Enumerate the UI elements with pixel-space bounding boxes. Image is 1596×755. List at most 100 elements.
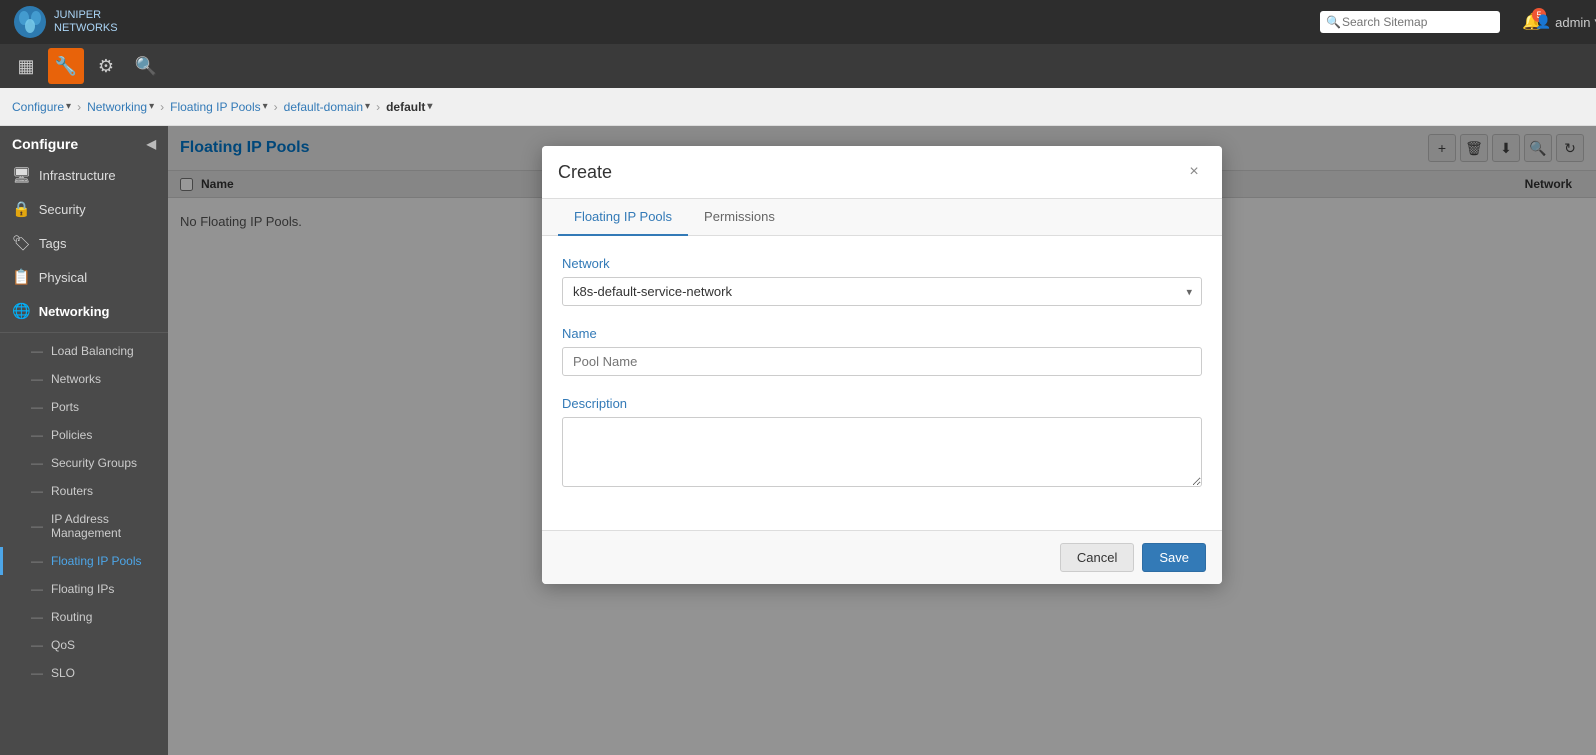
cancel-button[interactable]: Cancel bbox=[1060, 543, 1134, 572]
sidebar-sub-floating-ip-pools[interactable]: — Floating IP Pools bbox=[0, 547, 168, 575]
dash-icon-ipam: — bbox=[31, 519, 43, 533]
modal-body: Network k8s-default-service-network ▾ Na… bbox=[542, 236, 1222, 530]
dash-icon-qos: — bbox=[31, 638, 43, 652]
admin-menu-button[interactable]: 👤 admin ▾ bbox=[1552, 6, 1584, 38]
sidebar-title: Configure bbox=[12, 136, 78, 152]
sidebar-floating-ip-pools-label: Floating IP Pools bbox=[51, 554, 142, 568]
juniper-logo-icon bbox=[12, 4, 48, 40]
infrastructure-icon: 🖥 bbox=[12, 166, 31, 184]
dash-icon-routing: — bbox=[31, 610, 43, 624]
pool-name-input[interactable] bbox=[562, 347, 1202, 376]
modal-footer: Cancel Save bbox=[542, 530, 1222, 584]
sidebar-networks-label: Networks bbox=[51, 372, 101, 386]
topbar-icons: 🔔 5 👤 admin ▾ bbox=[1516, 6, 1584, 38]
sidebar-header: Configure ◀ bbox=[0, 126, 168, 158]
sidebar-slo-label: SLO bbox=[51, 666, 75, 680]
sidebar-sub-floating-ips[interactable]: — Floating IPs bbox=[0, 575, 168, 603]
sidebar-floating-ips-label: Floating IPs bbox=[51, 582, 114, 596]
search-wrap[interactable]: 🔍 bbox=[1320, 11, 1500, 33]
sidebar-sub-load-balancing[interactable]: — Load Balancing bbox=[0, 337, 168, 365]
network-select-wrap: k8s-default-service-network ▾ bbox=[562, 277, 1202, 306]
sidebar-ip-address-management-label: IP Address Management bbox=[51, 512, 152, 540]
sidebar-infrastructure-label: Infrastructure bbox=[39, 168, 116, 183]
breadcrumb-floating-ip-pools[interactable]: Floating IP Pools ▾ bbox=[170, 100, 268, 114]
bc-sep-4: › bbox=[376, 100, 380, 114]
default-arrow-icon: ▾ bbox=[427, 101, 432, 112]
search-topbar-icon: 🔍 bbox=[1326, 15, 1341, 29]
modal-header: Create × bbox=[542, 146, 1222, 199]
tab-floating-ip-pools[interactable]: Floating IP Pools bbox=[558, 199, 688, 236]
sidebar-sub-security-groups[interactable]: — Security Groups bbox=[0, 449, 168, 477]
sidebar-sub-ip-address-management[interactable]: — IP Address Management bbox=[0, 505, 168, 547]
sidebar-load-balancing-label: Load Balancing bbox=[51, 344, 134, 358]
sidebar-tags-label: Tags bbox=[39, 236, 66, 251]
modal-tabs: Floating IP Pools Permissions bbox=[542, 199, 1222, 236]
dash-icon-routers: — bbox=[31, 484, 43, 498]
sidebar-sub-ports[interactable]: — Ports bbox=[0, 393, 168, 421]
tools-nav-button[interactable]: 🔧 bbox=[48, 48, 84, 84]
sidebar-networking-label: Networking bbox=[39, 304, 110, 319]
dash-icon-fips: — bbox=[31, 582, 43, 596]
sidebar-security-label: Security bbox=[39, 202, 86, 217]
physical-icon: 📋 bbox=[12, 268, 31, 286]
sidebar-item-tags[interactable]: 🏷 Tags bbox=[0, 226, 168, 260]
description-form-group: Description bbox=[562, 396, 1202, 490]
networking-icon: 🌐 bbox=[12, 302, 31, 320]
tab-permissions[interactable]: Permissions bbox=[688, 199, 791, 236]
dash-icon-policies: — bbox=[31, 428, 43, 442]
search-sitemap-input[interactable] bbox=[1320, 11, 1500, 33]
bc-sep-2: › bbox=[160, 100, 164, 114]
breadcrumb: Configure ▾ › Networking ▾ › Floating IP… bbox=[0, 88, 1596, 126]
breadcrumb-default-domain[interactable]: default-domain ▾ bbox=[284, 100, 370, 114]
sidebar-item-security[interactable]: 🔒 Security bbox=[0, 192, 168, 226]
modal-close-button[interactable]: × bbox=[1182, 160, 1206, 184]
dash-icon-sg: — bbox=[31, 456, 43, 470]
bc-sep-1: › bbox=[77, 100, 81, 114]
sidebar-routers-label: Routers bbox=[51, 484, 93, 498]
dash-icon-slo: — bbox=[31, 666, 43, 680]
sidebar-sub-routers[interactable]: — Routers bbox=[0, 477, 168, 505]
sidebar-item-networking[interactable]: 🌐 Networking bbox=[0, 294, 168, 328]
description-textarea[interactable] bbox=[562, 417, 1202, 487]
breadcrumb-default[interactable]: default ▾ bbox=[386, 100, 432, 114]
tags-icon: 🏷 bbox=[12, 234, 31, 252]
sidebar-sub-routing[interactable]: — Routing bbox=[0, 603, 168, 631]
save-button[interactable]: Save bbox=[1142, 543, 1206, 572]
sidebar: Configure ◀ 🖥 Infrastructure 🔒 Security … bbox=[0, 126, 168, 755]
sidebar-item-physical[interactable]: 📋 Physical bbox=[0, 260, 168, 294]
topbar-right: 🔍 🔔 5 👤 admin ▾ bbox=[1320, 6, 1584, 38]
security-icon: 🔒 bbox=[12, 200, 31, 218]
network-select[interactable]: k8s-default-service-network bbox=[562, 277, 1202, 306]
sidebar-security-groups-label: Security Groups bbox=[51, 456, 137, 470]
sidebar-sub-networks[interactable]: — Networks bbox=[0, 365, 168, 393]
modal-overlay: Create × Floating IP Pools Permissions N… bbox=[168, 126, 1596, 755]
sidebar-item-infrastructure[interactable]: 🖥 Infrastructure bbox=[0, 158, 168, 192]
networking-arrow-icon: ▾ bbox=[149, 101, 154, 112]
network-form-group: Network k8s-default-service-network ▾ bbox=[562, 256, 1202, 306]
name-form-group: Name bbox=[562, 326, 1202, 376]
create-modal: Create × Floating IP Pools Permissions N… bbox=[542, 146, 1222, 584]
breadcrumb-networking[interactable]: Networking ▾ bbox=[87, 100, 154, 114]
topbar: JUNIPERNETWORKS 🔍 🔔 5 👤 admin ▾ bbox=[0, 0, 1596, 44]
sidebar-sub-slo[interactable]: — SLO bbox=[0, 659, 168, 687]
floating-ip-pools-arrow-icon: ▾ bbox=[263, 101, 268, 112]
dash-icon-ports: — bbox=[31, 400, 43, 414]
dashboard-nav-button[interactable]: ▦ bbox=[8, 48, 44, 84]
default-domain-arrow-icon: ▾ bbox=[365, 101, 370, 112]
dash-icon-networks: — bbox=[31, 372, 43, 386]
sidebar-divider bbox=[0, 332, 168, 333]
bc-sep-3: › bbox=[274, 100, 278, 114]
configure-arrow-icon: ▾ bbox=[66, 101, 71, 112]
sidebar-physical-label: Physical bbox=[39, 270, 87, 285]
logo-text: JUNIPERNETWORKS bbox=[54, 9, 118, 35]
admin-label: admin bbox=[1555, 15, 1590, 30]
sidebar-collapse-button[interactable]: ◀ bbox=[147, 137, 156, 151]
sidebar-ports-label: Ports bbox=[51, 400, 79, 414]
sidebar-sub-policies[interactable]: — Policies bbox=[0, 421, 168, 449]
content-area: Floating IP Pools + 🗑 ⬇ 🔍 ↻ Name Network… bbox=[168, 126, 1596, 755]
sidebar-sub-qos[interactable]: — QoS bbox=[0, 631, 168, 659]
settings-nav-button[interactable]: ⚙ bbox=[88, 48, 124, 84]
nav-icons-bar: ▦ 🔧 ⚙ 🔍 bbox=[0, 44, 1596, 88]
breadcrumb-configure[interactable]: Configure ▾ bbox=[12, 100, 71, 114]
search-nav-button[interactable]: 🔍 bbox=[128, 48, 164, 84]
